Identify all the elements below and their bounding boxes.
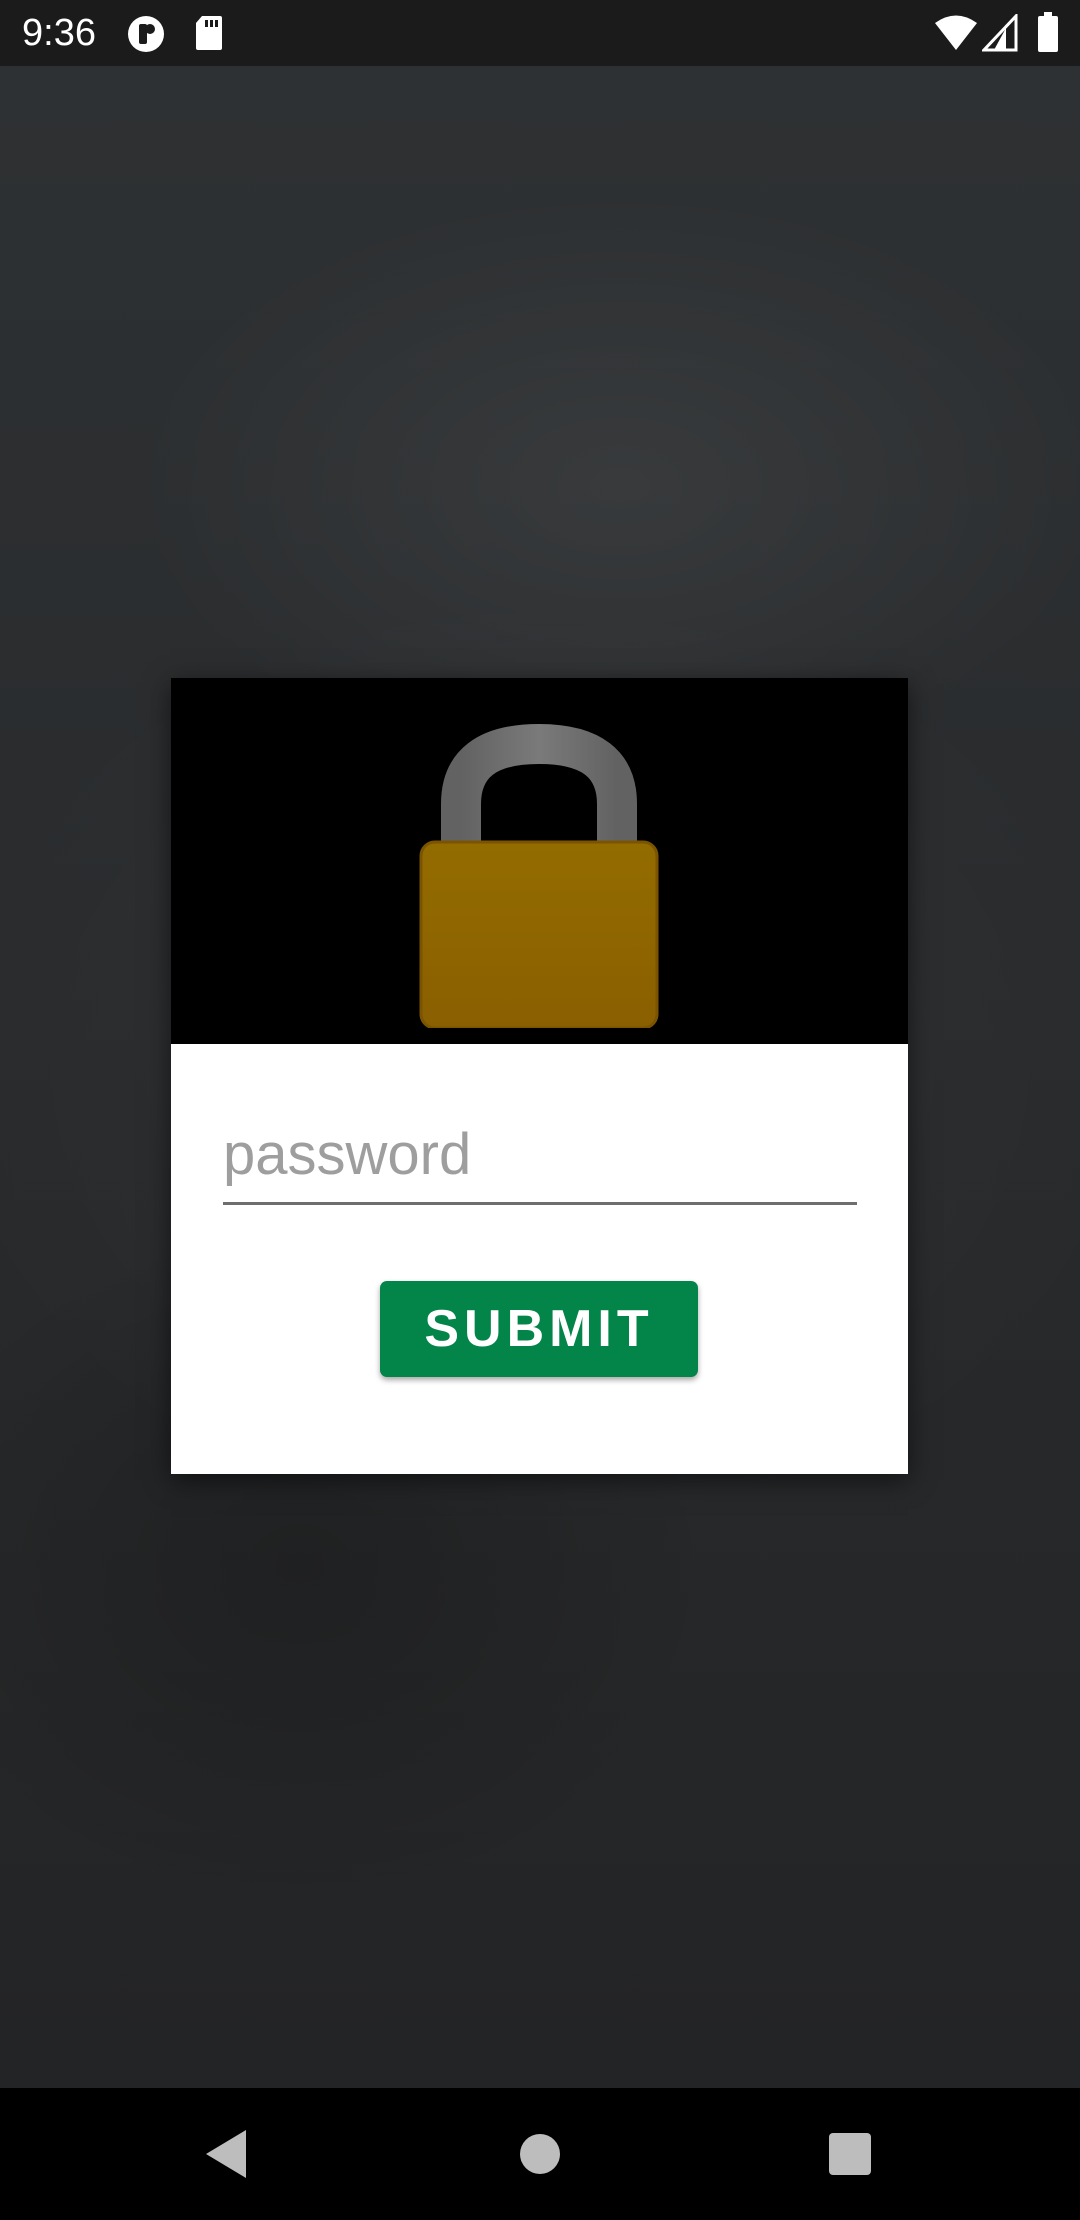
- navigation-bar: [0, 2088, 1080, 2220]
- password-input[interactable]: [223, 1114, 857, 1194]
- notification-app-icon: [128, 16, 164, 52]
- password-dialog: SUBMIT: [171, 678, 908, 1474]
- status-bar: 9:36: [0, 0, 1080, 66]
- status-time: 9:36: [22, 12, 96, 54]
- dialog-header: [171, 678, 908, 1044]
- sd-card-icon: [196, 16, 222, 50]
- wifi-icon: [935, 15, 977, 50]
- back-icon[interactable]: [186, 2118, 266, 2190]
- padlock-icon: [419, 723, 659, 1028]
- battery-icon: [1038, 12, 1058, 52]
- home-icon[interactable]: [500, 2118, 580, 2190]
- submit-button[interactable]: SUBMIT: [380, 1281, 698, 1377]
- recents-icon[interactable]: [810, 2118, 890, 2190]
- password-field-container: [223, 1114, 857, 1205]
- cellular-signal-icon: [982, 14, 1018, 52]
